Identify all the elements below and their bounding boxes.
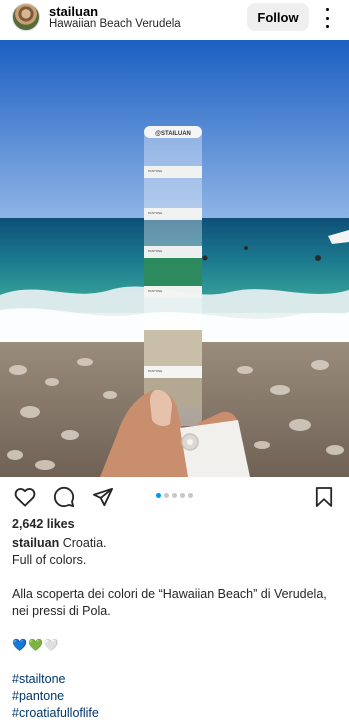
share-icon[interactable] [90, 484, 116, 510]
caption-line-2: Full of colors. [12, 553, 87, 567]
swatch-label-1: PANTONE [148, 169, 162, 173]
caption-emojis: 💙💚🤍 [12, 638, 60, 652]
caption-line-3: Alla scoperta dei colori de “Hawaiian Be… [12, 587, 327, 601]
bookmark-icon[interactable] [311, 484, 337, 510]
comment-icon[interactable] [51, 484, 77, 510]
carousel-dot[interactable] [188, 493, 193, 498]
carousel-indicator [156, 493, 193, 498]
swatch-label-4: PANTONE [148, 289, 162, 293]
post-location[interactable]: Hawaiian Beach Verudela [49, 18, 181, 30]
swatch-label-2: PANTONE [148, 211, 162, 215]
carousel-dot[interactable] [172, 493, 177, 498]
heart-icon[interactable] [12, 484, 38, 510]
post-caption: stailuan Croatia. Full of colors. Alla s… [12, 535, 342, 720]
hashtag-link[interactable]: #pantone [12, 688, 342, 705]
post-header: stailuan Hawaiian Beach Verudela Follow [0, 0, 349, 37]
hashtag-link[interactable]: #stailtone [12, 671, 342, 688]
follow-button[interactable]: Follow [247, 3, 309, 31]
caption-line-4: nei pressi di Pola. [12, 604, 111, 618]
carousel-dot[interactable] [156, 493, 161, 498]
card-brand-text: @STAILUAN [155, 131, 191, 137]
swatch-label-3: PANTONE [148, 249, 162, 253]
caption-line-1: Croatia. [62, 536, 107, 550]
caption-username[interactable]: stailuan [12, 536, 59, 550]
post-username[interactable]: stailuan [49, 4, 98, 19]
avatar[interactable] [12, 3, 40, 31]
hashtag-link[interactable]: #croatiafulloflife [12, 705, 342, 720]
post-photo[interactable]: @STAILUAN PANTONE PANTONE PANTONE PANTON… [0, 40, 349, 477]
carousel-dot[interactable] [180, 493, 185, 498]
likes-count[interactable]: 2,642 likes [12, 517, 75, 531]
carousel-dot[interactable] [164, 493, 169, 498]
more-options-icon[interactable] [323, 8, 331, 28]
swatch-label-5: PANTONE [148, 369, 162, 373]
